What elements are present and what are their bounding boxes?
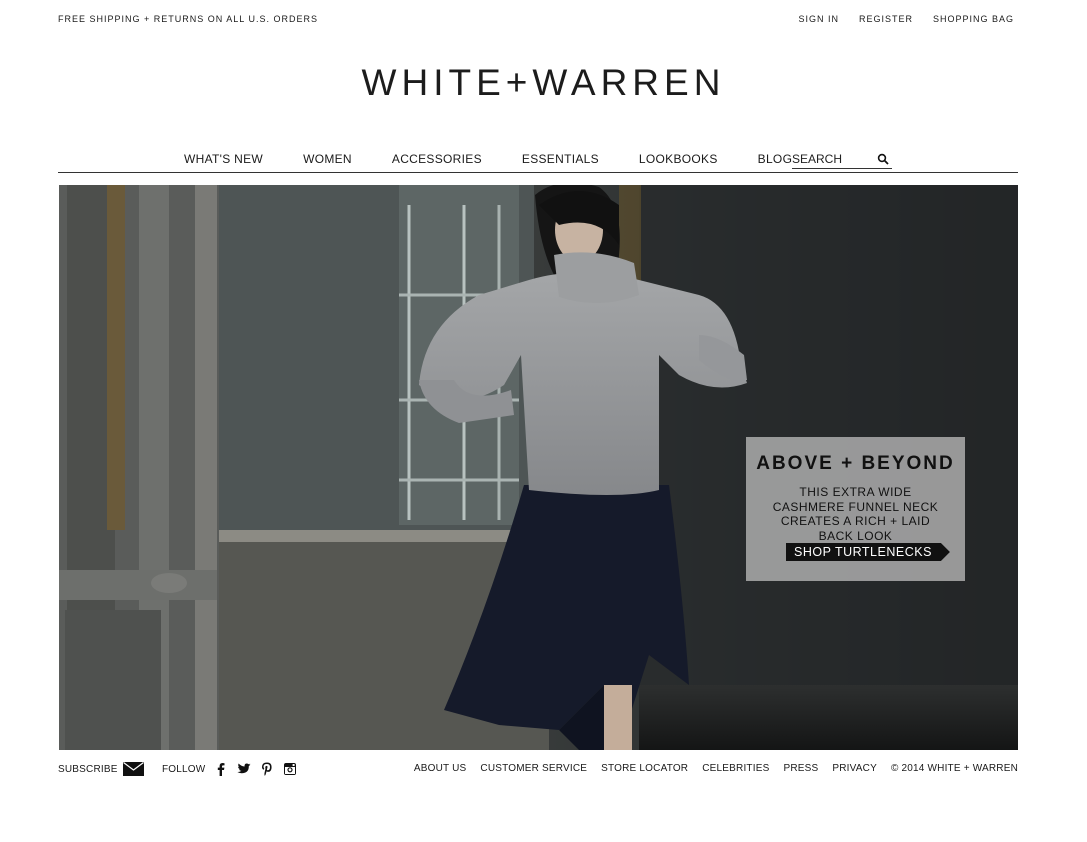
promo-box: ABOVE + BEYOND THIS EXTRA WIDE CASHMERE … bbox=[746, 437, 965, 581]
nav-accessories[interactable]: ACCESSORIES bbox=[392, 152, 482, 166]
promo-headline: ABOVE + BEYOND bbox=[756, 453, 955, 474]
shopping-bag-link[interactable]: SHOPPING BAG bbox=[933, 14, 1014, 24]
facebook-icon[interactable] bbox=[214, 762, 228, 776]
search-box bbox=[792, 150, 892, 169]
footer-link-celebrities[interactable]: CELEBRITIES bbox=[702, 763, 769, 774]
footer-link-store-locator[interactable]: STORE LOCATOR bbox=[601, 763, 688, 774]
shop-turtlenecks-button[interactable]: SHOP TURTLENECKS bbox=[786, 543, 950, 561]
footer: SUBSCRIBE FOLLOW ABOUT US CUSTOMER SERVI… bbox=[58, 762, 1018, 778]
footer-link-about-us[interactable]: ABOUT US bbox=[414, 763, 467, 774]
subscribe-label: SUBSCRIBE bbox=[58, 763, 118, 775]
pinterest-icon[interactable] bbox=[260, 762, 274, 776]
nav-blog[interactable]: BLOG bbox=[758, 152, 793, 166]
sign-in-link[interactable]: SIGN IN bbox=[798, 14, 839, 24]
footer-link-customer-service[interactable]: CUSTOMER SERVICE bbox=[480, 763, 587, 774]
account-links: SIGN IN REGISTER SHOPPING BAG bbox=[798, 14, 1014, 24]
twitter-icon[interactable] bbox=[237, 762, 251, 776]
envelope-icon bbox=[122, 762, 144, 776]
main-nav: WHAT'S NEW WOMEN ACCESSORIES ESSENTIALS … bbox=[58, 150, 1018, 173]
nav-lookbooks[interactable]: LOOKBOOKS bbox=[639, 152, 718, 166]
search-icon[interactable] bbox=[877, 153, 889, 165]
promo-copy: THIS EXTRA WIDE CASHMERE FUNNEL NECK CRE… bbox=[772, 485, 939, 543]
nav-whats-new[interactable]: WHAT'S NEW bbox=[184, 152, 263, 166]
subscribe-link[interactable]: SUBSCRIBE bbox=[58, 762, 144, 776]
hero-banner[interactable]: ABOVE + BEYOND THIS EXTRA WIDE CASHMERE … bbox=[59, 185, 1018, 750]
footer-links: ABOUT US CUSTOMER SERVICE STORE LOCATOR … bbox=[414, 763, 1018, 774]
footer-link-privacy[interactable]: PRIVACY bbox=[832, 763, 877, 774]
shipping-promo: FREE SHIPPING + RETURNS ON ALL U.S. ORDE… bbox=[58, 14, 318, 24]
brand-logo[interactable]: WHITE+WARREN bbox=[0, 62, 1087, 104]
follow-section: FOLLOW bbox=[162, 762, 297, 776]
footer-link-press[interactable]: PRESS bbox=[783, 763, 818, 774]
copyright: © 2014 WHITE + WARREN bbox=[890, 763, 1018, 774]
follow-label: FOLLOW bbox=[162, 763, 206, 775]
instagram-icon[interactable] bbox=[283, 762, 297, 776]
nav-women[interactable]: WOMEN bbox=[303, 152, 352, 166]
register-link[interactable]: REGISTER bbox=[859, 14, 913, 24]
nav-essentials[interactable]: ESSENTIALS bbox=[522, 152, 599, 166]
search-input[interactable] bbox=[792, 150, 870, 167]
